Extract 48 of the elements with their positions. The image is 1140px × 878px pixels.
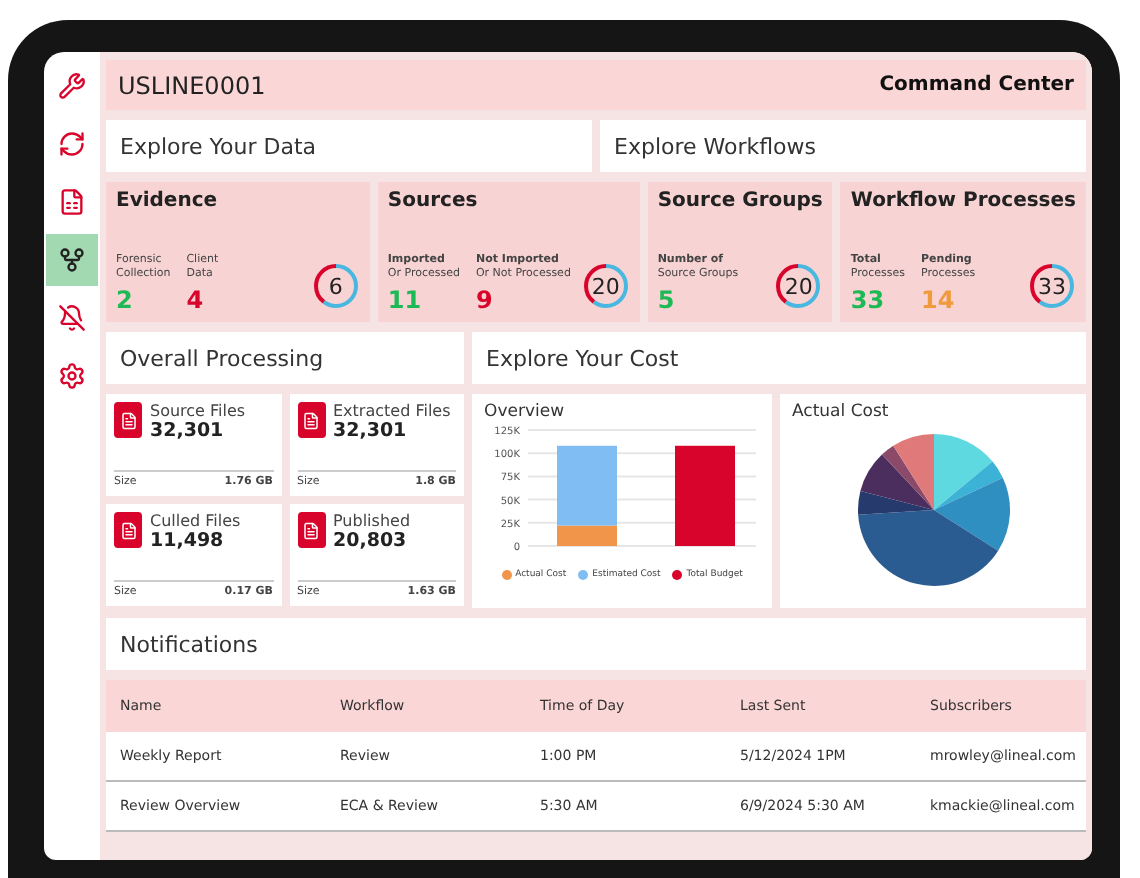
section-heading[interactable]: Explore Your Cost — [472, 332, 1086, 384]
total-value: 20 — [591, 273, 620, 299]
refresh-icon — [58, 130, 86, 158]
total-value: 6 — [328, 273, 343, 299]
file-icon — [297, 402, 325, 438]
card-title: Sources — [387, 190, 480, 212]
branch-icon — [58, 246, 86, 274]
file-icon — [114, 402, 142, 438]
file-label: Published — [333, 512, 411, 530]
metric-value: 33 — [850, 286, 887, 314]
section-heading[interactable]: Overall Processing — [106, 332, 464, 384]
settings-icon — [58, 362, 86, 390]
file-icon — [114, 512, 142, 548]
total-value: 33 — [1038, 273, 1066, 299]
metric-value: 14 — [921, 286, 957, 314]
ring-gauge — [1028, 262, 1076, 310]
file-icon — [297, 512, 325, 548]
document-icon — [58, 188, 86, 216]
ring-gauge — [311, 262, 360, 310]
card-title: Evidence — [116, 190, 220, 212]
file-count: 32,301 — [150, 420, 226, 442]
card-title: Source Groups — [657, 190, 823, 212]
site-id: USLINE0001 — [118, 71, 266, 99]
metric-value: 4 — [186, 286, 206, 314]
metric-value: 9 — [475, 286, 495, 314]
file-count: 20,803 — [333, 530, 409, 552]
metric-value: 5 — [657, 286, 677, 314]
file-count: 11,498 — [150, 530, 226, 552]
section-heading: Notifications — [106, 618, 1086, 670]
file-label: Extracted Files — [333, 402, 451, 420]
bar — [675, 445, 735, 546]
page-title: Command Center — [879, 74, 1074, 96]
wrench-icon — [58, 72, 86, 100]
metric-value: 11 — [387, 286, 424, 314]
file-count: 32,301 — [333, 420, 409, 442]
file-label: Source Files — [150, 402, 246, 420]
ring-gauge — [774, 262, 823, 310]
ring-gauge — [581, 262, 630, 310]
section-heading[interactable]: Explore Your Data — [106, 120, 592, 172]
bell-off-icon — [58, 304, 86, 332]
sidebar-item[interactable] — [46, 234, 98, 286]
card-title: Workflow Processes — [850, 190, 1076, 212]
metric-value: 2 — [116, 286, 135, 314]
file-label: Culled Files — [150, 512, 241, 530]
total-value: 20 — [784, 273, 813, 299]
chart-title: Actual Cost — [792, 402, 891, 422]
chart-title: Overview — [484, 402, 567, 422]
section-heading[interactable]: Explore Workflows — [600, 120, 1086, 172]
